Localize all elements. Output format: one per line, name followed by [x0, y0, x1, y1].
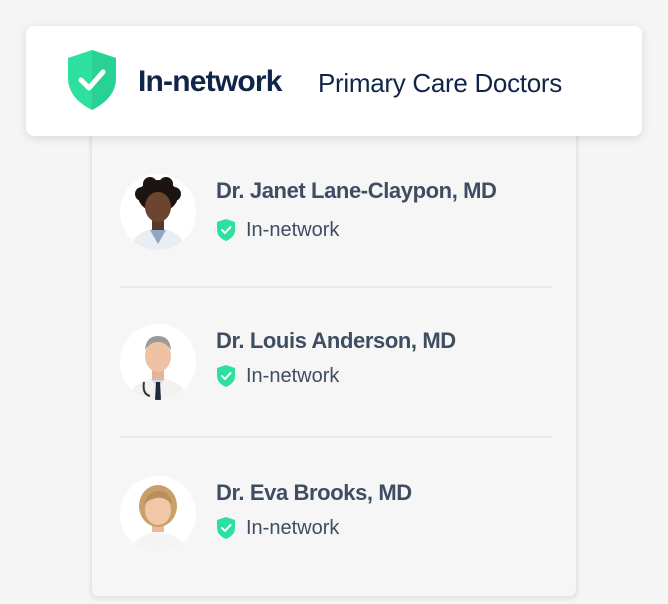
- doctor-name[interactable]: Dr. Louis Anderson, MD: [216, 327, 456, 355]
- shield-check-icon: [217, 517, 235, 539]
- network-status: In-network: [246, 517, 340, 539]
- page-title: In-network: [138, 65, 282, 98]
- header-card: In-network Primary Care Doctors: [26, 26, 642, 136]
- doctor-list-item[interactable]: Dr. Louis Anderson, MD In-network: [120, 324, 552, 410]
- doctor-list-item[interactable]: Dr. Janet Lane-Claypon, MD In-network: [120, 174, 552, 260]
- doctor-name[interactable]: Dr. Eva Brooks, MD: [216, 479, 412, 507]
- shield-check-icon: [68, 50, 116, 110]
- network-status: In-network: [246, 219, 340, 241]
- doctor-list-item[interactable]: Dr. Eva Brooks, MD In-network: [120, 476, 552, 562]
- doctor-avatar: [120, 174, 196, 250]
- page-subtitle: Primary Care Doctors: [318, 68, 562, 98]
- shield-check-icon: [217, 219, 235, 241]
- network-status: In-network: [246, 365, 340, 387]
- doctor-avatar: [120, 324, 196, 400]
- doctor-name[interactable]: Dr. Janet Lane-Claypon, MD: [216, 177, 497, 205]
- doctor-avatar: [120, 476, 196, 552]
- doctor-list-card: Dr. Janet Lane-Claypon, MD In-network Dr…: [90, 100, 578, 598]
- divider: [120, 436, 552, 438]
- shield-check-icon: [217, 365, 235, 387]
- divider: [120, 286, 552, 288]
